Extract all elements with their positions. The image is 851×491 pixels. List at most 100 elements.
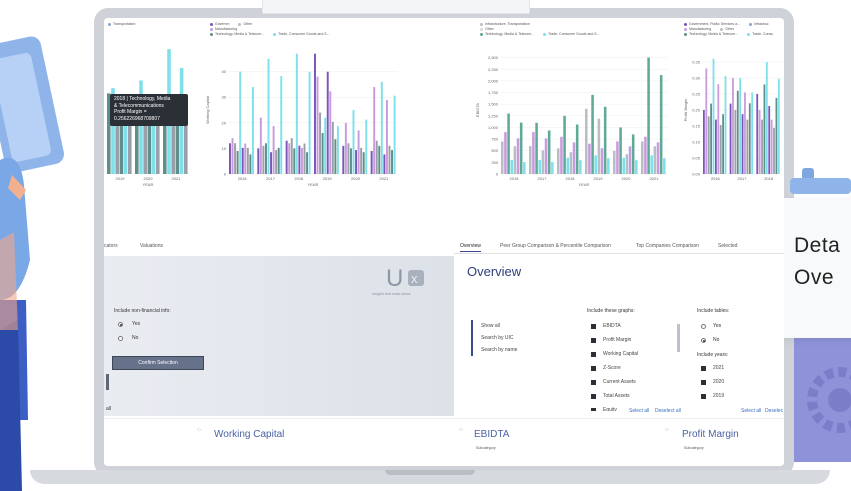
bar[interactable]: [607, 158, 610, 174]
bar[interactable]: [566, 157, 569, 174]
bar[interactable]: [641, 141, 644, 174]
bar[interactable]: [373, 86, 376, 174]
tables-yes-radio[interactable]: [701, 324, 706, 329]
bar[interactable]: [663, 158, 666, 174]
bar[interactable]: [280, 76, 283, 174]
bar[interactable]: [647, 57, 650, 174]
bar[interactable]: [529, 146, 532, 174]
bar[interactable]: [347, 143, 350, 174]
bar[interactable]: [734, 110, 737, 174]
bar[interactable]: [575, 124, 579, 174]
bar[interactable]: [710, 103, 712, 174]
bar[interactable]: [523, 162, 526, 174]
checkbox-current-assets[interactable]: [591, 380, 596, 385]
bar[interactable]: [360, 147, 363, 174]
bar[interactable]: [619, 127, 622, 174]
bar[interactable]: [775, 97, 778, 174]
select-all-link[interactable]: all: [106, 406, 111, 412]
bar[interactable]: [239, 71, 242, 174]
bar[interactable]: [236, 150, 239, 174]
select-all-years-link[interactable]: Select all: [741, 408, 761, 414]
bar[interactable]: [393, 95, 396, 174]
bar[interactable]: [751, 92, 754, 174]
bar[interactable]: [257, 148, 260, 174]
bar[interactable]: [267, 58, 270, 174]
bar[interactable]: [241, 147, 244, 174]
bar[interactable]: [625, 154, 629, 174]
nav-search-uic[interactable]: Search by UIC: [481, 332, 517, 344]
bar[interactable]: [285, 140, 288, 174]
bar[interactable]: [501, 141, 504, 174]
checkbox-equity[interactable]: [591, 408, 596, 411]
tables-no-radio[interactable]: [701, 338, 706, 343]
bar[interactable]: [331, 121, 334, 174]
scrollbar[interactable]: [106, 374, 109, 390]
bar[interactable]: [370, 150, 373, 174]
checkbox-year-2021[interactable]: [701, 366, 706, 371]
bar[interactable]: [763, 84, 766, 174]
bar[interactable]: [631, 134, 635, 174]
checkbox-profit-margin[interactable]: [591, 338, 596, 343]
bar[interactable]: [249, 154, 252, 174]
deselect-years-link[interactable]: Deselec: [765, 408, 783, 414]
bar[interactable]: [579, 160, 582, 174]
bar[interactable]: [744, 92, 746, 174]
bar[interactable]: [585, 108, 588, 174]
bar[interactable]: [388, 145, 391, 174]
checkbox-year-2019[interactable]: [701, 394, 706, 399]
bar[interactable]: [653, 146, 657, 174]
graphs-scrollbar[interactable]: [677, 324, 680, 352]
bar[interactable]: [591, 94, 594, 174]
select-all-graphs-link[interactable]: Select all: [629, 408, 649, 414]
bar[interactable]: [613, 150, 616, 174]
bar[interactable]: [383, 154, 386, 174]
bar[interactable]: [259, 117, 262, 174]
bar[interactable]: [510, 160, 513, 174]
bar[interactable]: [507, 113, 510, 174]
bar[interactable]: [535, 122, 538, 174]
bar[interactable]: [756, 94, 759, 174]
bar[interactable]: [538, 160, 541, 174]
deselect-all-graphs-link[interactable]: Deselect all: [655, 408, 681, 414]
bar[interactable]: [344, 122, 347, 174]
bar[interactable]: [712, 58, 715, 174]
bar[interactable]: [724, 76, 727, 174]
nav-show-all[interactable]: Show all: [481, 320, 517, 332]
bar[interactable]: [231, 138, 234, 174]
bar[interactable]: [560, 136, 563, 174]
tab-selected[interactable]: Selected: [718, 243, 737, 249]
checkbox-ebidta[interactable]: [591, 324, 596, 329]
bar[interactable]: [739, 78, 742, 174]
tab-peer-group[interactable]: Peer Group Comparison & Percentile Compa…: [500, 243, 611, 249]
bar[interactable]: [705, 68, 708, 174]
bar[interactable]: [519, 122, 523, 174]
bar[interactable]: [650, 155, 653, 174]
bar[interactable]: [342, 145, 345, 174]
tab-valuations[interactable]: Valuations: [140, 243, 163, 249]
bar[interactable]: [321, 133, 324, 174]
bar[interactable]: [375, 140, 378, 174]
bar[interactable]: [541, 150, 545, 174]
tab-top-companies[interactable]: Top Companies Comparison: [636, 243, 699, 249]
bar[interactable]: [246, 147, 249, 174]
bar[interactable]: [329, 91, 332, 174]
bar[interactable]: [616, 141, 619, 174]
bar[interactable]: [288, 143, 291, 174]
bar[interactable]: [707, 116, 710, 174]
bar[interactable]: [741, 114, 744, 174]
bar[interactable]: [765, 62, 768, 174]
bar[interactable]: [736, 90, 739, 174]
bar[interactable]: [504, 132, 507, 174]
bar[interactable]: [644, 136, 647, 174]
bar[interactable]: [551, 162, 554, 174]
bar[interactable]: [391, 150, 394, 174]
bar[interactable]: [303, 143, 306, 174]
bar[interactable]: [385, 100, 388, 174]
bar[interactable]: [572, 142, 576, 174]
bar[interactable]: [251, 86, 254, 174]
bar[interactable]: [380, 81, 383, 174]
bar[interactable]: [768, 106, 771, 174]
bar[interactable]: [229, 143, 231, 174]
bar[interactable]: [758, 110, 761, 174]
bar[interactable]: [547, 130, 551, 174]
